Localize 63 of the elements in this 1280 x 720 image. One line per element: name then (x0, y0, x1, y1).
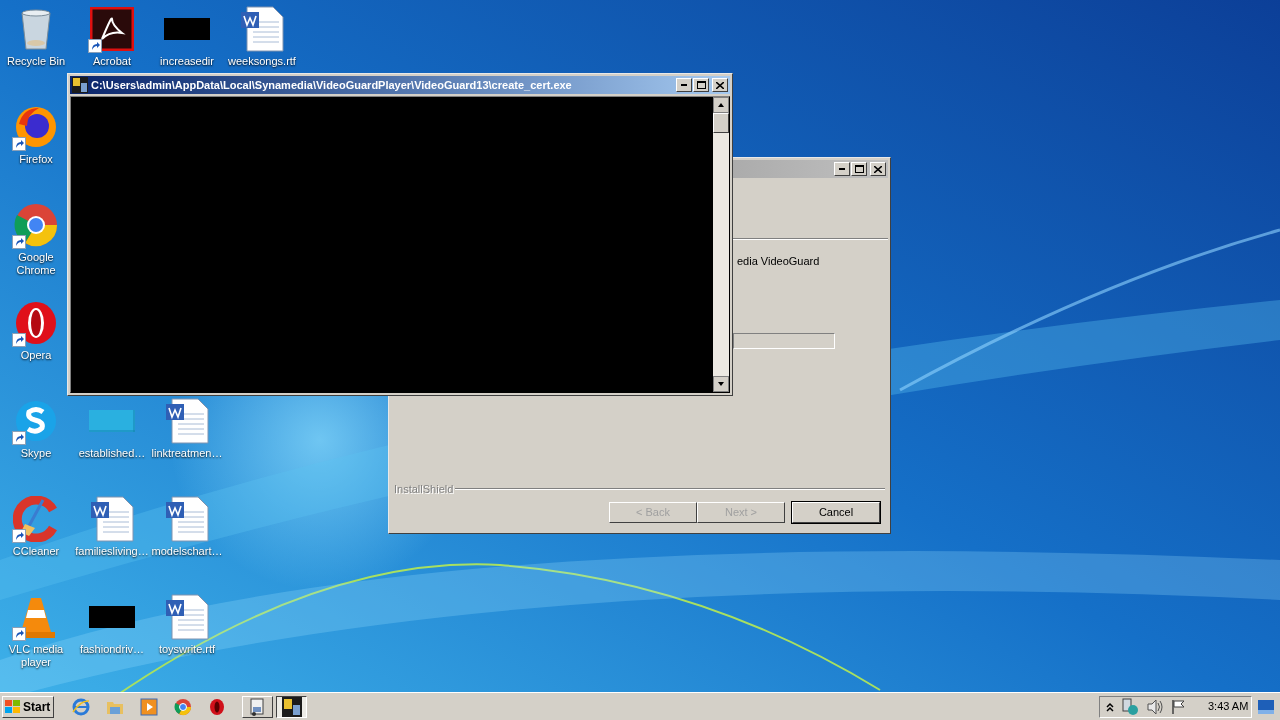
wizard-button[interactable]: Cancel (792, 502, 880, 523)
console-icon (281, 696, 302, 717)
scroll-down-icon[interactable] (713, 376, 729, 392)
flag-icon[interactable] (1171, 698, 1187, 715)
scroll-up-icon[interactable] (713, 97, 729, 113)
ccleaner-icon (13, 496, 59, 542)
internet-explorer-icon[interactable] (72, 697, 90, 716)
window-title: C:\Users\admin\AppData\Local\Synamedia\VideoGuardPlayer\VideoGuard13\create_cert.exe (91, 77, 573, 93)
desktop-icon-label[interactable]: Skype (20, 447, 52, 460)
minimize-button[interactable] (676, 78, 692, 92)
desktop-icon-label[interactable]: linktreatmen… (151, 447, 223, 460)
clock[interactable]: 3:43 AM (1208, 698, 1249, 715)
desktop-icon-label[interactable]: CCleaner (12, 545, 60, 558)
chrome-icon (13, 202, 59, 248)
play-icon[interactable] (140, 697, 158, 716)
desktop-icon-label[interactable]: Firefox (19, 153, 53, 166)
desktop-icon-label[interactable]: established… (78, 447, 146, 460)
word-document-icon (164, 398, 210, 444)
maximize-button[interactable] (693, 78, 709, 92)
installshield-label: InstallShield (394, 481, 454, 497)
firefox-icon (13, 104, 59, 150)
skype-icon (13, 398, 59, 444)
maximize-icon (854, 165, 864, 173)
desktop-icon-label[interactable]: Acrobat (93, 55, 131, 68)
desktop-icon-label[interactable]: familiesliving… (75, 545, 149, 558)
speaker-icon[interactable] (1146, 698, 1164, 715)
maximize-button[interactable] (851, 162, 867, 176)
maximize-icon (696, 81, 706, 89)
windows-logo-icon (5, 699, 21, 714)
desktop-icon-label[interactable]: Opera (20, 349, 52, 362)
minimize-icon (839, 168, 845, 170)
show-desktop-icon[interactable] (1258, 699, 1274, 714)
taskbar-button[interactable] (276, 695, 307, 718)
chevron-up-icon[interactable] (1106, 701, 1114, 712)
start-button[interactable]: Start (2, 695, 54, 718)
minimize-button[interactable] (834, 162, 850, 176)
opera-icon[interactable] (208, 697, 226, 716)
desktop-icon-label[interactable]: modelschart… (151, 545, 223, 558)
minimize-icon (681, 84, 687, 86)
scroll-thumb[interactable] (713, 113, 729, 133)
console-icon (72, 77, 88, 93)
word-document-icon (164, 594, 210, 640)
chrome-icon[interactable] (174, 697, 192, 716)
thumbnail-icon (164, 18, 210, 40)
desktop-icon-label[interactable]: increasedir (160, 55, 214, 68)
desktop-icon-label[interactable]: VLC media player (6, 643, 66, 669)
close-button[interactable] (870, 162, 886, 176)
installer-message: edia VideoGuard (737, 255, 820, 267)
word-document-icon (239, 6, 285, 52)
thumbnail-icon (89, 606, 135, 628)
opera-icon (13, 300, 59, 346)
desktop-icon-label[interactable]: Recycle Bin (6, 55, 66, 68)
word-document-icon (164, 496, 210, 542)
desktop-icon-label[interactable]: fashiondriv… (79, 643, 145, 656)
scrollbar[interactable] (713, 97, 729, 392)
close-button[interactable] (712, 78, 728, 92)
close-icon (716, 81, 724, 89)
close-icon (874, 165, 882, 173)
word-document-icon (89, 496, 135, 542)
desktop-icon-label[interactable]: weeksongs.rtf (228, 55, 296, 68)
desktop-icon-label[interactable]: Google Chrome (6, 251, 66, 277)
blank-thumbnail-icon (89, 410, 135, 432)
acrobat-icon (90, 7, 134, 51)
